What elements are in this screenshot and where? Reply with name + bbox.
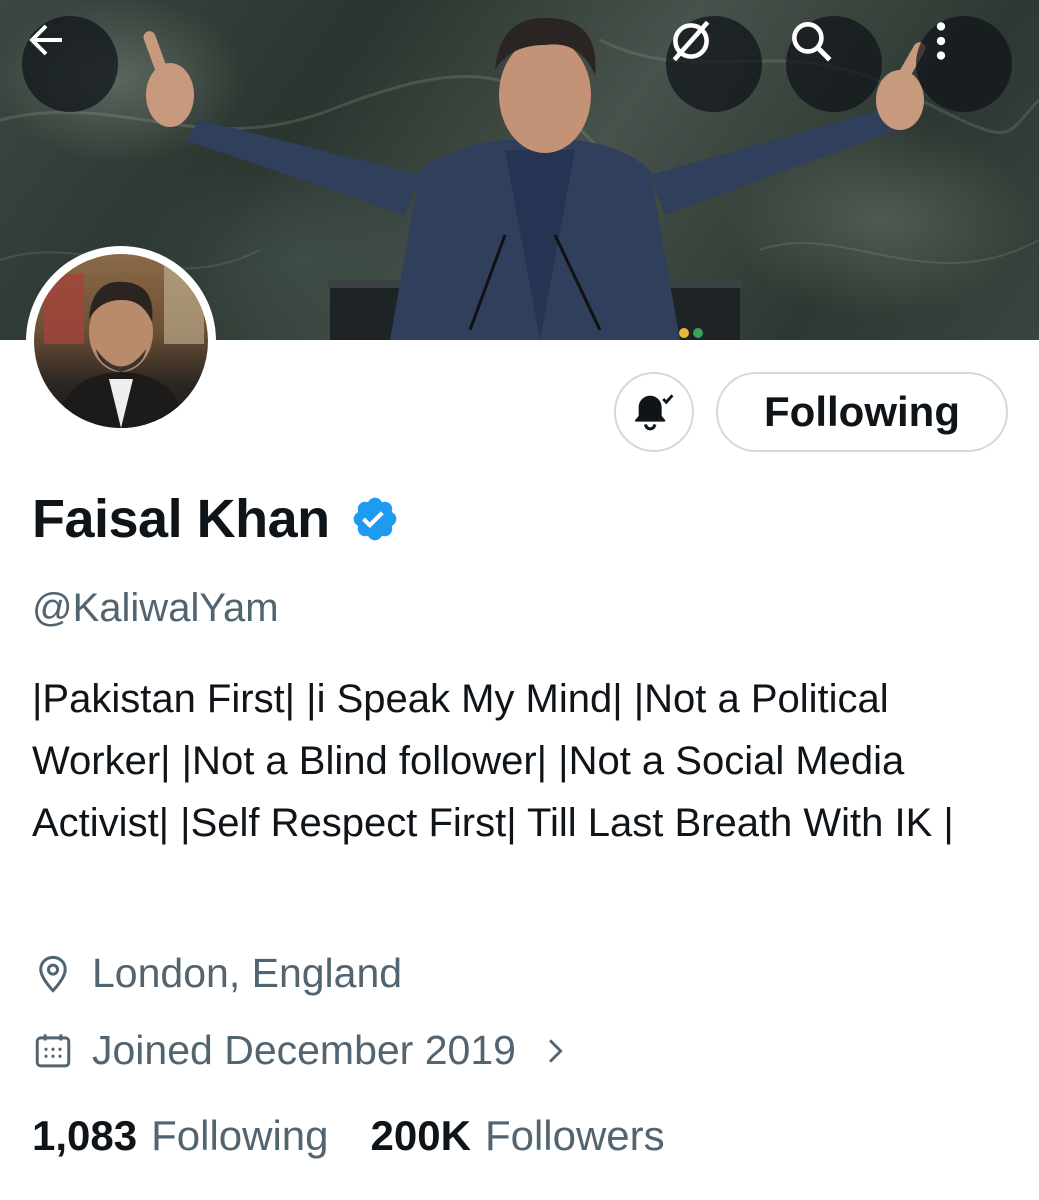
grok-button[interactable] <box>666 16 762 112</box>
verified-badge-icon[interactable] <box>350 494 400 544</box>
following-count[interactable]: 1,083 <box>32 1112 137 1160</box>
joined-row[interactable]: Joined December 2019 <box>32 1027 572 1074</box>
chevron-right-icon[interactable] <box>538 1034 572 1068</box>
followers-link[interactable]: Followers <box>485 1112 665 1160</box>
arrow-left-icon <box>29 24 62 56</box>
location-row: London, England <box>32 950 402 997</box>
back-button[interactable] <box>22 16 118 112</box>
display-name: Faisal Khan <box>32 489 330 549</box>
bell-subscribed-icon <box>634 394 674 431</box>
followers-count[interactable]: 200K <box>371 1112 471 1160</box>
notifications-button[interactable] <box>614 372 694 452</box>
following-link[interactable]: Following <box>151 1112 328 1160</box>
profile-name-row: Faisal Khan <box>32 488 400 550</box>
user-handle: @KaliwalYam <box>32 586 279 630</box>
more-button[interactable] <box>916 16 1012 112</box>
calendar-icon <box>35 1033 71 1067</box>
location-pin-icon <box>39 955 67 993</box>
more-vertical-icon <box>936 22 946 60</box>
profile-bio: |Pakistan First| |i Speak My Mind| |Not … <box>32 677 954 845</box>
joined-text: Joined December 2019 <box>92 1027 516 1073</box>
avatar[interactable] <box>26 246 216 436</box>
grok-icon <box>672 20 710 62</box>
follow-stats: 1,083 Following 200K Followers <box>32 1112 707 1160</box>
avatar-image <box>34 254 208 428</box>
search-icon <box>792 22 832 62</box>
search-button[interactable] <box>786 16 882 112</box>
following-button[interactable]: Following <box>716 372 1008 452</box>
location-text: London, England <box>92 950 403 996</box>
